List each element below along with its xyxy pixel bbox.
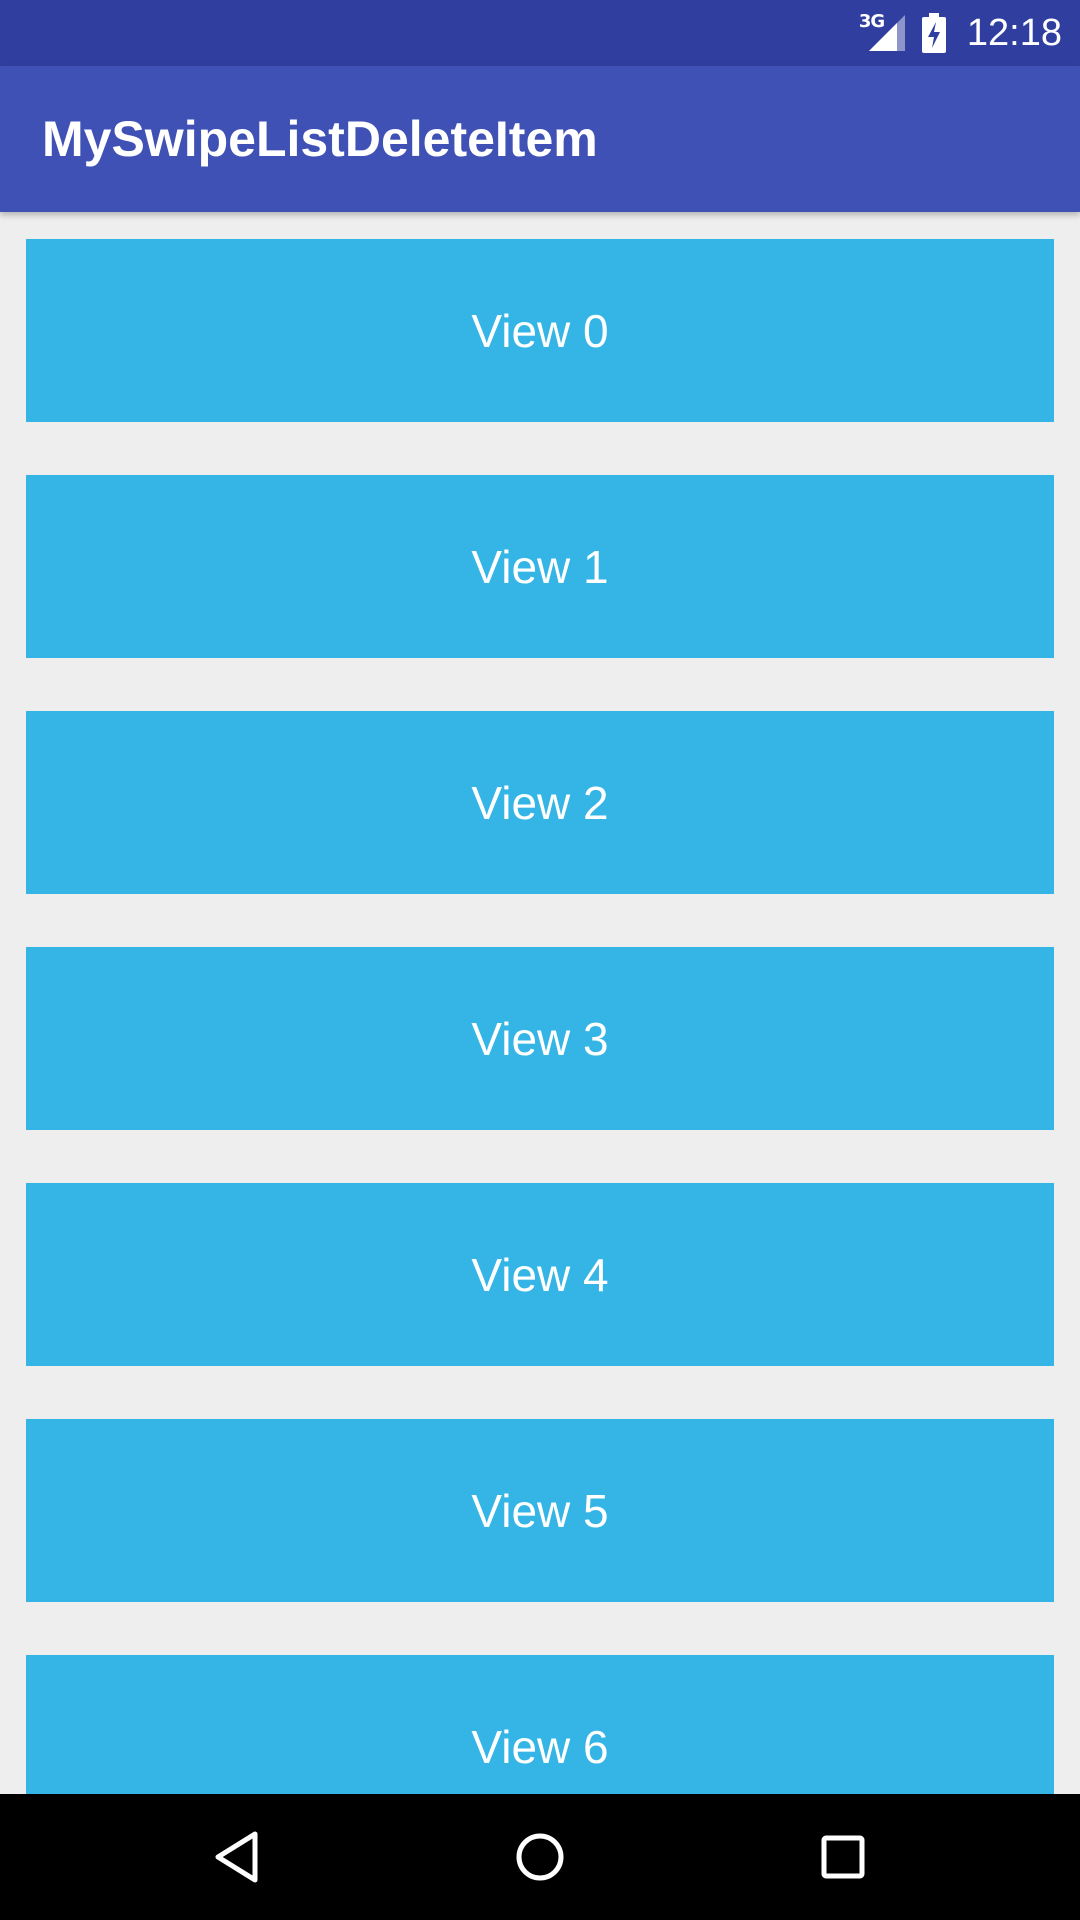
navigation-bar	[0, 1794, 1080, 1920]
list-item-label: View 6	[471, 1720, 609, 1773]
list-item[interactable]: View 0	[26, 239, 1054, 422]
list-item[interactable]: View 4	[26, 1183, 1054, 1366]
list-item[interactable]: View 3	[26, 947, 1054, 1130]
clock: 12:18	[966, 12, 1062, 54]
battery-charging-icon	[921, 13, 946, 53]
list-item[interactable]: View 2	[26, 711, 1054, 894]
list-item-label: View 0	[471, 304, 609, 357]
swipe-list[interactable]: View 0 View 1 View 2 View 3 View 4 View …	[0, 212, 1080, 1794]
list-item-label: View 5	[471, 1484, 609, 1537]
recent-apps-icon	[821, 1835, 865, 1879]
status-icons: 3G 12:18	[859, 0, 1062, 66]
home-button[interactable]	[460, 1794, 620, 1920]
status-bar: 3G 12:18	[0, 0, 1080, 66]
list-item-label: View 1	[471, 540, 609, 593]
list-item[interactable]: View 1	[26, 475, 1054, 658]
list-item-label: View 2	[471, 776, 609, 829]
recent-apps-button[interactable]	[763, 1794, 923, 1920]
home-icon	[516, 1833, 564, 1881]
list-item[interactable]: View 6	[26, 1655, 1054, 1794]
list-item-label: View 3	[471, 1012, 609, 1065]
back-button[interactable]	[157, 1794, 317, 1920]
app-bar: MySwipeListDeleteItem	[0, 66, 1080, 212]
list-item[interactable]: View 5	[26, 1419, 1054, 1602]
signal-indicator: 3G	[859, 13, 905, 53]
signal-icon	[868, 15, 905, 51]
app-title: MySwipeListDeleteItem	[42, 111, 598, 167]
back-icon	[215, 1831, 258, 1883]
list-item-label: View 4	[471, 1248, 609, 1301]
